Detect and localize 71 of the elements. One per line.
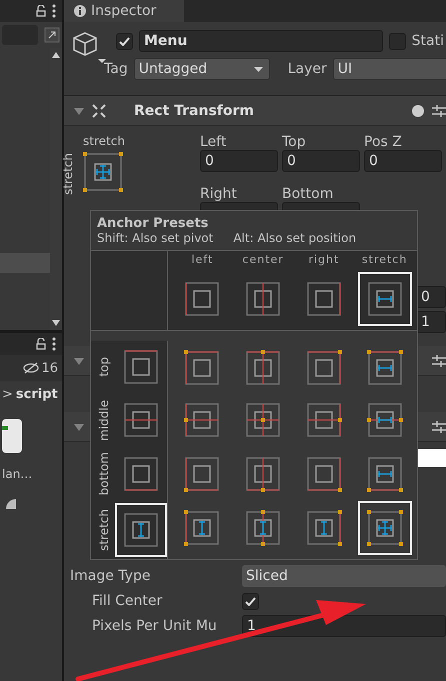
row-label: bottom xyxy=(97,452,111,496)
asset-label[interactable]: lan… xyxy=(2,467,62,481)
lock-icon[interactable] xyxy=(36,5,46,17)
layer-label: Layer xyxy=(288,61,327,77)
anchor-preset-button[interactable] xyxy=(358,501,412,555)
expand-icon[interactable] xyxy=(44,27,60,43)
column-label: stretch xyxy=(362,253,408,266)
property-label: Image Type xyxy=(70,568,152,584)
image-type-dropdown[interactable]: Sliced xyxy=(242,565,446,587)
property-label: Pixels Per Unit Mu xyxy=(92,618,218,634)
field-label: Right xyxy=(200,186,238,202)
anchor-icon xyxy=(364,348,405,388)
alt-hint: Alt: Also set position xyxy=(233,231,356,245)
number-field[interactable]: 0 xyxy=(364,150,442,172)
field-label: Bottom xyxy=(282,186,334,202)
component-title: Rect Transform xyxy=(133,102,256,118)
number-field[interactable]: 1 xyxy=(416,310,446,332)
fill-center-checkbox[interactable] xyxy=(242,592,259,610)
field-label: Top xyxy=(282,134,307,150)
foldout-open-icon[interactable] xyxy=(74,106,84,116)
number-field[interactable]: 0 xyxy=(200,150,278,172)
anchor-preset-button[interactable] xyxy=(358,272,412,326)
static-label: Stati xyxy=(412,33,444,49)
check-icon xyxy=(245,596,256,606)
color-swatch[interactable] xyxy=(416,449,446,467)
hidden-icon[interactable] xyxy=(23,362,40,374)
inspector-tab[interactable]: Inspector xyxy=(64,0,184,22)
field-label: Pos Z xyxy=(364,134,403,150)
column-label: right xyxy=(308,253,340,266)
settings-icon[interactable] xyxy=(432,104,446,118)
name-field[interactable]: Menu xyxy=(139,30,383,52)
more-icon[interactable] xyxy=(52,337,56,351)
info-icon xyxy=(74,5,86,17)
tag-dropdown[interactable]: Untagged xyxy=(134,58,270,80)
foldout-open-icon[interactable] xyxy=(74,356,84,366)
hidden-count: 16 xyxy=(41,360,58,376)
asset-thumbnail[interactable] xyxy=(2,419,22,453)
horizontal-anchor-label: stretch xyxy=(83,134,125,148)
active-checkbox[interactable] xyxy=(116,32,133,50)
layer-dropdown[interactable]: UI xyxy=(332,58,446,80)
static-checkbox[interactable] xyxy=(388,32,406,50)
field-label: Left xyxy=(200,134,228,150)
breadcrumb-separator: > xyxy=(2,386,13,402)
lock-icon[interactable] xyxy=(36,338,46,350)
number-field[interactable]: 0 xyxy=(416,286,446,308)
more-icon[interactable] xyxy=(52,4,56,18)
breadcrumb-folder[interactable]: script xyxy=(16,386,58,402)
settings-icon[interactable] xyxy=(432,420,446,434)
component-header[interactable]: Rect Transform xyxy=(64,96,446,126)
scroll-up-icon[interactable] xyxy=(52,52,60,58)
shift-hint: Shift: Also set pivot xyxy=(97,231,214,245)
anchor-preset-button[interactable] xyxy=(115,503,167,557)
caret-icon xyxy=(254,66,263,72)
column-label: left xyxy=(191,253,214,266)
column-label: center xyxy=(242,253,284,266)
row-label: top xyxy=(97,357,111,377)
anchor-icon xyxy=(364,508,405,548)
help-icon[interactable] xyxy=(412,104,424,116)
tag-label: Tag xyxy=(104,61,128,77)
number-field[interactable]: 0 xyxy=(282,150,360,172)
row-label: stretch xyxy=(97,509,111,551)
settings-icon[interactable] xyxy=(432,354,446,368)
scroll-down-icon[interactable] xyxy=(52,320,60,326)
check-icon xyxy=(119,36,130,46)
row-label: middle xyxy=(97,400,111,440)
popup-title: Anchor Presets xyxy=(97,216,210,231)
vertical-anchor-label: stretch xyxy=(61,152,75,194)
foldout-open-icon[interactable] xyxy=(74,422,84,432)
rect-transform-icon xyxy=(92,104,106,118)
anchor-icon xyxy=(81,150,125,194)
property-label: Fill Center xyxy=(92,593,164,609)
